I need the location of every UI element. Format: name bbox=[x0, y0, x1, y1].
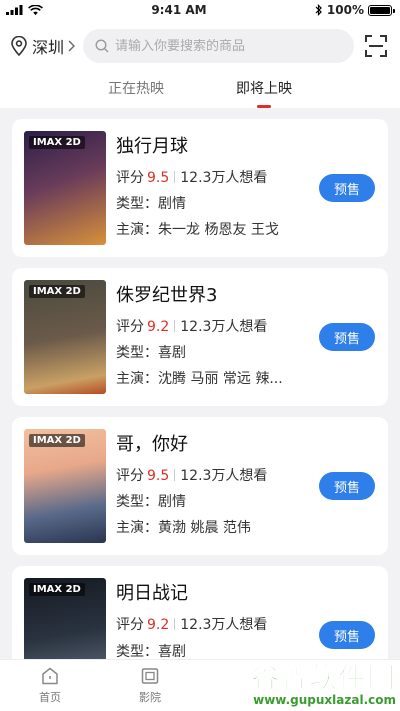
movie-cast: 沈腾 马丽 常远 辣... bbox=[158, 371, 283, 387]
movie-genre: 喜剧 bbox=[158, 345, 186, 361]
movie-genre-row: 类型：喜剧 bbox=[116, 345, 186, 361]
movie-title: 侏罗纪世界3 bbox=[116, 285, 218, 306]
movie-score: 9.5 bbox=[147, 170, 170, 186]
watermark-url: www.gupuxlazal.com bbox=[253, 692, 396, 707]
movie-card[interactable]: IMAX 2D 哥，你好 评分 9.5 12.3万人想看 类型：剧情 主演：黄渤 姚… bbox=[12, 417, 388, 555]
movie-score: 9.2 bbox=[147, 319, 170, 335]
nav-home[interactable]: 首页 bbox=[0, 660, 100, 711]
movie-rating-row: 评分 9.2 12.3万人想看 bbox=[116, 319, 268, 335]
movie-genre: 剧情 bbox=[158, 494, 186, 510]
tab-bar: 正在热映 即将上映 bbox=[0, 72, 400, 108]
imax-badge: IMAX 2D bbox=[29, 583, 85, 596]
movie-poster[interactable]: IMAX 2D bbox=[24, 131, 106, 245]
movie-want-count: 12.3万人想看 bbox=[180, 468, 268, 484]
city-name: 深圳 bbox=[32, 38, 65, 57]
movie-genre: 剧情 bbox=[158, 196, 186, 212]
search-bar[interactable] bbox=[83, 29, 354, 63]
movie-poster[interactable]: IMAX 2D bbox=[24, 429, 106, 543]
presale-button[interactable]: 预售 bbox=[319, 472, 375, 500]
movie-title: 独行月球 bbox=[116, 136, 188, 157]
movie-poster[interactable]: IMAX 2D bbox=[24, 280, 106, 394]
movie-cast-row: 主演：沈腾 马丽 常远 辣... bbox=[116, 371, 283, 387]
presale-button[interactable]: 预售 bbox=[319, 174, 375, 202]
movie-want-count: 12.3万人想看 bbox=[180, 170, 268, 186]
status-bar: 9:41 AM 100% bbox=[0, 0, 400, 20]
movie-genre: 喜剧 bbox=[158, 644, 186, 660]
city-selector[interactable]: 深圳 bbox=[10, 34, 76, 58]
tab-now-showing[interactable]: 正在热映 bbox=[108, 78, 164, 102]
imax-badge: IMAX 2D bbox=[29, 285, 85, 298]
movie-cast-row: 主演：朱一龙 杨恩友 王戈 bbox=[116, 222, 279, 238]
bluetooth-icon bbox=[315, 4, 322, 16]
movie-list: IMAX 2D 独行月球 评分 9.5 12.3万人想看 类型：剧情 主演：朱一龙 … bbox=[0, 108, 400, 704]
nav-cinema-label: 影院 bbox=[139, 691, 161, 704]
movie-cast-row: 主演：黄渤 姚晨 范伟 bbox=[116, 520, 251, 536]
movie-card[interactable]: IMAX 2D 侏罗纪世界3 评分 9.2 12.3万人想看 类型：喜剧 主演：沈腾… bbox=[12, 268, 388, 406]
imax-badge: IMAX 2D bbox=[29, 136, 85, 149]
chevron-right-icon bbox=[68, 40, 76, 52]
movie-score: 9.5 bbox=[147, 468, 170, 484]
movie-score: 9.2 bbox=[147, 617, 170, 633]
location-pin-icon bbox=[11, 36, 27, 56]
movie-cast: 朱一龙 杨恩友 王戈 bbox=[158, 222, 279, 238]
site-watermark: 谷普软件园 www.gupuxlazal.com bbox=[212, 653, 396, 709]
nav-cinema[interactable]: 影院 bbox=[100, 660, 200, 711]
movie-genre-row: 类型：剧情 bbox=[116, 494, 186, 510]
movie-want-count: 12.3万人想看 bbox=[180, 617, 268, 633]
imax-badge: IMAX 2D bbox=[29, 434, 85, 447]
scan-icon bbox=[365, 35, 387, 57]
scan-button[interactable] bbox=[362, 32, 390, 60]
status-time: 9:41 AM bbox=[151, 3, 207, 17]
battery-icon bbox=[368, 4, 395, 16]
movie-genre-row: 类型：剧情 bbox=[116, 196, 186, 212]
wifi-icon bbox=[28, 4, 43, 15]
movie-title: 明日战记 bbox=[116, 583, 188, 604]
search-input[interactable] bbox=[115, 38, 342, 54]
movie-cast: 黄渤 姚晨 范伟 bbox=[158, 520, 251, 536]
home-icon bbox=[42, 667, 58, 685]
nav-home-label: 首页 bbox=[39, 691, 61, 704]
signal-icon bbox=[6, 5, 23, 15]
watermark-text: 谷普软件园 bbox=[250, 660, 396, 694]
movie-rating-row: 评分 9.5 12.3万人想看 bbox=[116, 468, 268, 484]
search-icon bbox=[95, 39, 109, 53]
movie-rating-row: 评分 9.2 12.3万人想看 bbox=[116, 617, 268, 633]
movie-card[interactable]: IMAX 2D 独行月球 评分 9.5 12.3万人想看 类型：剧情 主演：朱一龙 … bbox=[12, 119, 388, 257]
battery-percent: 100% bbox=[326, 3, 364, 17]
top-bar: 深圳 bbox=[0, 20, 400, 72]
movie-rating-row: 评分 9.5 12.3万人想看 bbox=[116, 170, 268, 186]
presale-button[interactable]: 预售 bbox=[319, 323, 375, 351]
movie-title: 哥，你好 bbox=[116, 434, 188, 455]
presale-button[interactable]: 预售 bbox=[319, 621, 375, 649]
movie-want-count: 12.3万人想看 bbox=[180, 319, 268, 335]
tab-coming-soon[interactable]: 即将上映 bbox=[236, 78, 292, 102]
film-icon bbox=[141, 668, 159, 684]
